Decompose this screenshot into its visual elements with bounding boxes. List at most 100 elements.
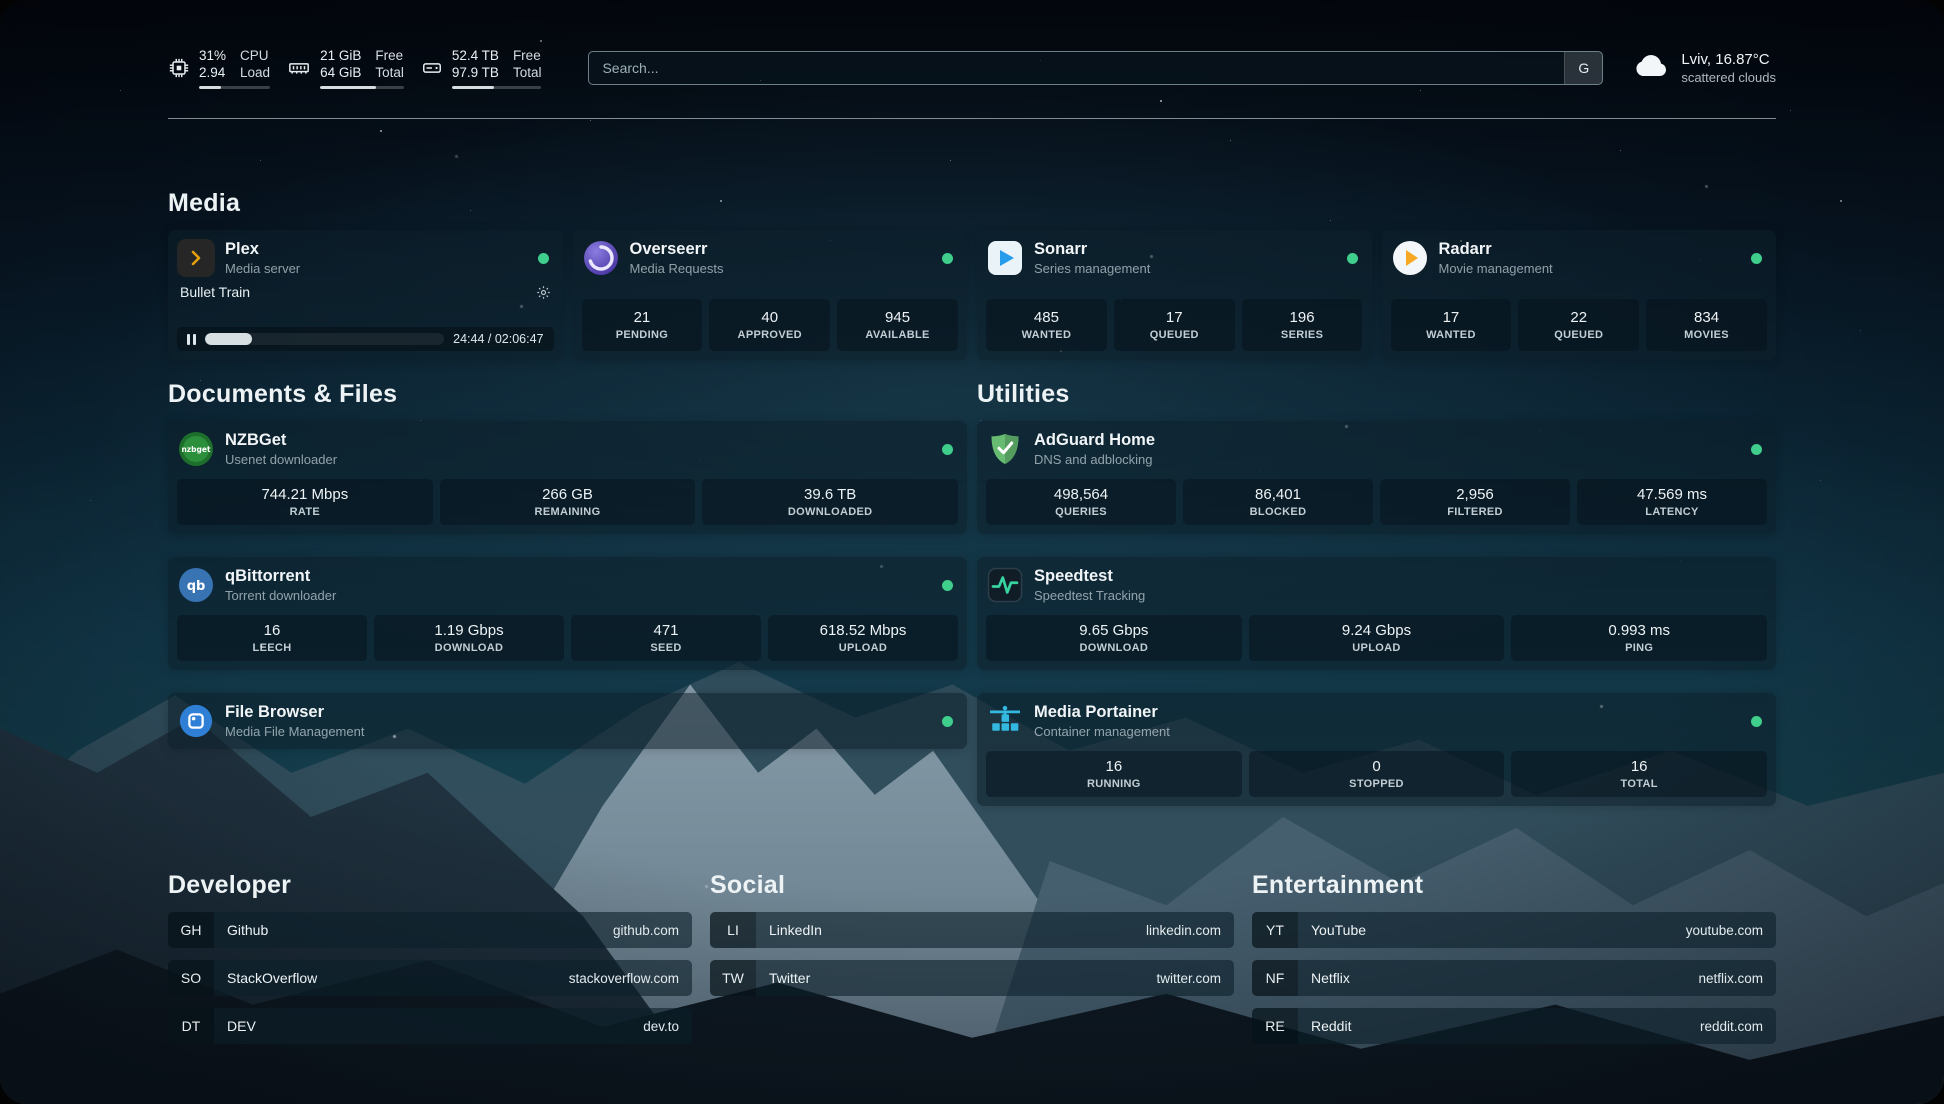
stat-tile: 16LEECH <box>177 615 367 661</box>
stat-tile: 498,564 QUERIES <box>986 479 1176 525</box>
stat-label: SEED <box>650 642 681 654</box>
service-name: NZBGet <box>225 431 337 450</box>
service-card-radarr[interactable]: Radarr Movie management 17WANTED 22QUEUE… <box>1382 230 1777 360</box>
stat-value: 498,564 <box>1054 486 1108 503</box>
service-card-nzbget[interactable]: nzbget NZBGet Usenet downloader 744.21 M… <box>168 421 967 534</box>
stat-value: 16 <box>264 622 281 639</box>
search-bar[interactable]: G <box>588 51 1603 85</box>
memory-usage-bar <box>320 86 404 89</box>
stat-label: QUERIES <box>1055 506 1107 518</box>
memory-widget: 21 GiB 64 GiB Free Total <box>287 47 404 89</box>
service-name: Overseerr <box>630 240 724 259</box>
stat-label: PENDING <box>616 329 668 341</box>
bookmark-youtube[interactable]: YT YouTube youtube.com <box>1252 912 1776 948</box>
stat-label: UPLOAD <box>1352 642 1400 654</box>
disk-free-value: 52.4 TB <box>452 47 499 64</box>
stat-tile: 40APPROVED <box>709 299 830 351</box>
stat-value: 1.19 Gbps <box>434 622 503 639</box>
bookmark-name: StackOverflow <box>214 960 317 996</box>
stat-label: APPROVED <box>738 329 802 341</box>
bookmark-github[interactable]: GH Github github.com <box>168 912 692 948</box>
cpu-percent: 31% <box>199 47 226 64</box>
bookmark-dev[interactable]: DT DEV dev.to <box>168 1008 692 1044</box>
stat-tile: 9.24 GbpsUPLOAD <box>1249 615 1505 661</box>
stat-tile: 1.19 GbpsDOWNLOAD <box>374 615 564 661</box>
memory-free-label: Free <box>375 47 404 64</box>
stat-tile: 2,956FILTERED <box>1380 479 1570 525</box>
stat-value: 0.993 ms <box>1608 622 1670 639</box>
bookmark-name: DEV <box>214 1008 256 1044</box>
stat-tile: 266 GBREMAINING <box>440 479 696 525</box>
stat-value: 16 <box>1105 758 1122 775</box>
status-dot-online <box>1751 253 1762 264</box>
service-card-filebrowser[interactable]: File Browser Media File Management <box>168 693 967 749</box>
top-bar: 31% 2.94 CPU Load <box>168 40 1776 96</box>
status-dot-online <box>1751 716 1762 727</box>
service-name: qBittorrent <box>225 567 336 586</box>
pause-icon[interactable] <box>187 334 196 345</box>
bookmark-url: github.com <box>613 912 692 948</box>
bookmark-name: YouTube <box>1298 912 1366 948</box>
gear-icon[interactable] <box>536 285 551 300</box>
stat-label: REMAINING <box>535 506 601 518</box>
service-card-portainer[interactable]: Media Portainer Container management 16R… <box>977 693 1776 806</box>
stat-tile: 744.21 MbpsRATE <box>177 479 433 525</box>
section-title-entertainment: Entertainment <box>1252 871 1776 900</box>
service-card-plex[interactable]: Plex Media server Bullet Train <box>168 230 563 360</box>
stat-tile: 47.569 msLATENCY <box>1577 479 1767 525</box>
stat-tile: 485 WANTED <box>986 299 1107 351</box>
service-subtitle: Movie management <box>1439 261 1553 276</box>
bookmark-stackoverflow[interactable]: SO StackOverflow stackoverflow.com <box>168 960 692 996</box>
service-subtitle: Speedtest Tracking <box>1034 588 1145 603</box>
service-subtitle: Series management <box>1034 261 1150 276</box>
service-card-sonarr[interactable]: Sonarr Series management 485WANTED 17QUE… <box>977 230 1372 360</box>
stat-value: 834 <box>1694 309 1719 326</box>
bookmark-linkedin[interactable]: LI LinkedIn linkedin.com <box>710 912 1234 948</box>
stat-value: 485 <box>1034 309 1059 326</box>
stat-value: 618.52 Mbps <box>820 622 907 639</box>
stat-tile: 834MOVIES <box>1646 299 1767 351</box>
stat-value: 47.569 ms <box>1637 486 1707 503</box>
service-subtitle: Usenet downloader <box>225 452 337 467</box>
bookmark-reddit[interactable]: RE Reddit reddit.com <box>1252 1008 1776 1044</box>
search-provider-button[interactable]: G <box>1564 52 1602 84</box>
service-card-adguard[interactable]: AdGuard Home DNS and adblocking 498,564Q… <box>977 421 1776 534</box>
qbittorrent-icon: qb <box>177 566 215 604</box>
bookmark-url: dev.to <box>643 1008 692 1044</box>
stat-tile: 16RUNNING <box>986 751 1242 797</box>
bookmark-netflix[interactable]: NF Netflix netflix.com <box>1252 960 1776 996</box>
bookmark-name: Reddit <box>1298 1008 1351 1044</box>
stat-value: 21 <box>634 309 651 326</box>
disk-total-value: 97.9 TB <box>452 64 499 81</box>
svg-text:nzbget: nzbget <box>181 445 211 454</box>
stat-value: 471 <box>653 622 678 639</box>
bookmark-abbr: DT <box>168 1008 214 1044</box>
status-dot-online <box>1751 444 1762 455</box>
bookmark-name: Twitter <box>756 960 810 996</box>
bookmark-url: stackoverflow.com <box>569 960 692 996</box>
stat-value: 196 <box>1290 309 1315 326</box>
bookmark-url: twitter.com <box>1156 960 1234 996</box>
service-card-overseerr[interactable]: Overseerr Media Requests 21PENDING 40APP… <box>573 230 968 360</box>
service-subtitle: Media File Management <box>225 724 364 739</box>
service-card-qbittorrent[interactable]: qb qBittorrent Torrent downloader 16LEEC… <box>168 557 967 670</box>
stat-label: WANTED <box>1022 329 1072 341</box>
section-title-social: Social <box>710 871 1234 900</box>
stat-label: PING <box>1625 642 1653 654</box>
bookmark-abbr: LI <box>710 912 756 948</box>
stat-label: AVAILABLE <box>865 329 929 341</box>
stat-label: SERIES <box>1281 329 1323 341</box>
bookmark-twitter[interactable]: TW Twitter twitter.com <box>710 960 1234 996</box>
playback-progress-track[interactable] <box>205 333 444 345</box>
plex-player-bar[interactable]: 24:44 / 02:06:47 <box>177 327 554 351</box>
service-subtitle: Container management <box>1034 724 1170 739</box>
search-input[interactable] <box>588 51 1603 85</box>
weather-widget: Lviv, 16.87°C scattered clouds <box>1631 51 1776 86</box>
stat-value: 16 <box>1631 758 1648 775</box>
stat-value: 39.6 TB <box>804 486 856 503</box>
service-card-speedtest[interactable]: Speedtest Speedtest Tracking 9.65 GbpsDO… <box>977 557 1776 670</box>
bookmark-abbr: NF <box>1252 960 1298 996</box>
bookmark-abbr: YT <box>1252 912 1298 948</box>
adguard-icon <box>986 430 1024 468</box>
status-dot-online <box>942 580 953 591</box>
